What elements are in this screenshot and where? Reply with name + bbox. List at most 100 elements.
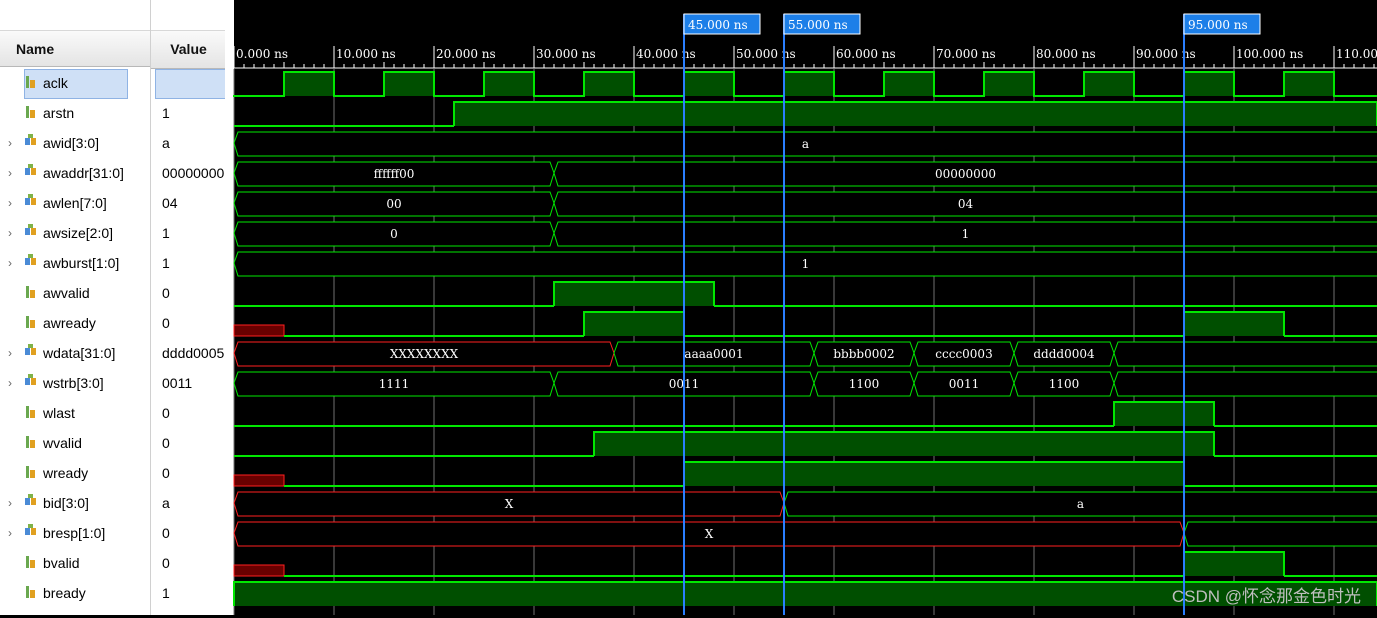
clock-high-fill (1084, 72, 1134, 96)
bus-value-label: 00 (386, 197, 401, 211)
signal-name-label: bready (43, 585, 86, 601)
signal-row-awburst[interactable]: › awburst[1:0] (0, 248, 150, 278)
bus-value-label: bbbb0002 (833, 347, 894, 361)
signal-value-awaddr: 00000000 (162, 165, 225, 181)
bus-segment (1113, 341, 1377, 367)
marker-label: 55.000 ns (788, 18, 848, 32)
ruler-tick-label: 30.000 ns (536, 47, 596, 61)
expand-chevron-icon[interactable]: › (8, 218, 12, 248)
signal-value-arstn: 1 (162, 105, 170, 121)
bus-value-label: 1100 (1049, 377, 1080, 391)
waveform-bresp: X (233, 521, 1377, 547)
waveform-arstn (234, 101, 1377, 127)
signal-name-label: awvalid (43, 285, 90, 301)
signal-value-wlast: 0 (162, 405, 170, 421)
expand-chevron-icon[interactable]: › (8, 368, 12, 398)
waveform-wdata: XXXXXXXX aaaa0001 bbbb0002 cccc0003 dddd0004 (233, 341, 1377, 367)
signal-name-label: wlast (43, 405, 75, 421)
expand-chevron-icon[interactable]: › (8, 488, 12, 518)
ruler-tick-label: 20.000 ns (436, 47, 496, 61)
ruler-tick-label: 80.000 ns (1036, 47, 1096, 61)
expand-chevron-icon[interactable]: › (8, 518, 12, 548)
signal-row-bresp[interactable]: › bresp[1:0] (0, 518, 150, 548)
waveform-canvas[interactable]: 0.000 ns 10.000 ns 20.000 ns 30.000 ns 40.00… (233, 0, 1377, 615)
signal-name-label: awburst[1:0] (43, 255, 120, 271)
signal-value-awid: a (162, 135, 170, 151)
signal-row-bready[interactable]: bready (0, 578, 150, 608)
signal-name-label: awlen[7:0] (43, 195, 107, 211)
bus-value-label: 1 (802, 257, 810, 271)
name-column-header[interactable]: Name (0, 30, 150, 67)
signal-name-label: bid[3:0] (43, 495, 89, 511)
waveform-bid: Xa (233, 491, 1377, 517)
signal-name-label: aclk (43, 75, 68, 91)
clock-high-fill (1284, 72, 1334, 96)
marker-label: 95.000 ns (1188, 18, 1248, 32)
signal-row-wdata[interactable]: › wdata[31:0] (0, 338, 150, 368)
ruler-tick-label: 10.000 ns (336, 47, 396, 61)
waveform-aclk (233, 71, 1377, 97)
signal-row-awsize[interactable]: › awsize[2:0] (0, 218, 150, 248)
signal-row-awid[interactable]: › awid[3:0] (0, 128, 150, 158)
clock-high-fill (884, 72, 934, 96)
marker-label: 45.000 ns (688, 18, 748, 32)
panel-splitter[interactable] (225, 0, 233, 615)
signal-value-awlen: 04 (162, 195, 178, 211)
bit-high-fill (1114, 402, 1214, 426)
ruler-tick-label: 0.000 ns (236, 47, 288, 61)
clock-high-fill (484, 72, 534, 96)
bit-high-fill (454, 102, 1377, 126)
expand-chevron-icon[interactable]: › (8, 158, 12, 188)
signal-row-awaddr[interactable]: › awaddr[31:0] (0, 158, 150, 188)
bus-value-label: aaaa0001 (684, 347, 743, 361)
bus-value-label: 00000000 (935, 167, 996, 181)
signal-row-wlast[interactable]: wlast (0, 398, 150, 428)
signal-name-label: wready (43, 465, 89, 481)
ruler-tick-label: 60.000 ns (836, 47, 896, 61)
signal-row-bid[interactable]: › bid[3:0] (0, 488, 150, 518)
waveform-wready (233, 461, 1377, 487)
bus-value-label: 0 (390, 227, 398, 241)
signal-row-awready[interactable]: awready (0, 308, 150, 338)
bus-value-label: 0011 (949, 377, 980, 391)
ruler-tick-label: 40.000 ns (636, 47, 696, 61)
bit-high-fill (1184, 552, 1284, 576)
signal-row-bvalid[interactable]: bvalid (0, 548, 150, 578)
signal-value-bvalid: 0 (162, 555, 170, 571)
ruler-tick-label: 110.000 ns (1336, 47, 1377, 61)
signal-value-wdata: dddd0005 (162, 345, 225, 361)
waveform-awready (233, 311, 1377, 337)
expand-chevron-icon[interactable]: › (8, 128, 12, 158)
bus-value-label: 04 (958, 197, 974, 211)
waveform-awsize: 01 (233, 221, 1377, 247)
signal-name-label: arstn (43, 105, 75, 121)
signal-value-awburst: 1 (162, 255, 170, 271)
signal-row-aclk[interactable]: aclk (0, 68, 150, 98)
time-ruler: 0.000 ns 10.000 ns 20.000 ns 30.000 ns 40.00… (233, 46, 1377, 69)
waveform-awvalid (234, 281, 1377, 307)
expand-chevron-icon[interactable]: › (8, 188, 12, 218)
waveform-bvalid (233, 551, 1377, 577)
waveform-awaddr: ffffff00 00000000 (233, 161, 1377, 187)
bus-value-label: X (705, 527, 714, 541)
value-column-header[interactable]: Value (151, 30, 226, 69)
expand-chevron-icon[interactable]: › (8, 338, 12, 368)
signal-row-awvalid[interactable]: awvalid (0, 278, 150, 308)
signal-value-bresp: 0 (162, 525, 170, 541)
signal-value-wready: 0 (162, 465, 170, 481)
signal-row-wready[interactable]: wready (0, 458, 150, 488)
signal-name-label: awid[3:0] (43, 135, 100, 151)
ruler-tick-label: 70.000 ns (936, 47, 996, 61)
signal-row-awlen[interactable]: › awlen[7:0] (0, 188, 150, 218)
bit-high-fill (684, 462, 1184, 486)
signal-name-label: wvalid (43, 435, 82, 451)
selected-value-highlight (155, 69, 227, 99)
signal-bit-icon (24, 578, 38, 618)
clock-high-fill (784, 72, 834, 96)
expand-chevron-icon[interactable]: › (8, 248, 12, 278)
signal-row-wvalid[interactable]: wvalid (0, 428, 150, 458)
signal-value-awsize: 1 (162, 225, 170, 241)
signal-row-wstrb[interactable]: › wstrb[3:0] (0, 368, 150, 398)
waveform-awid: a (233, 131, 1377, 157)
signal-row-arstn[interactable]: arstn (0, 98, 150, 128)
